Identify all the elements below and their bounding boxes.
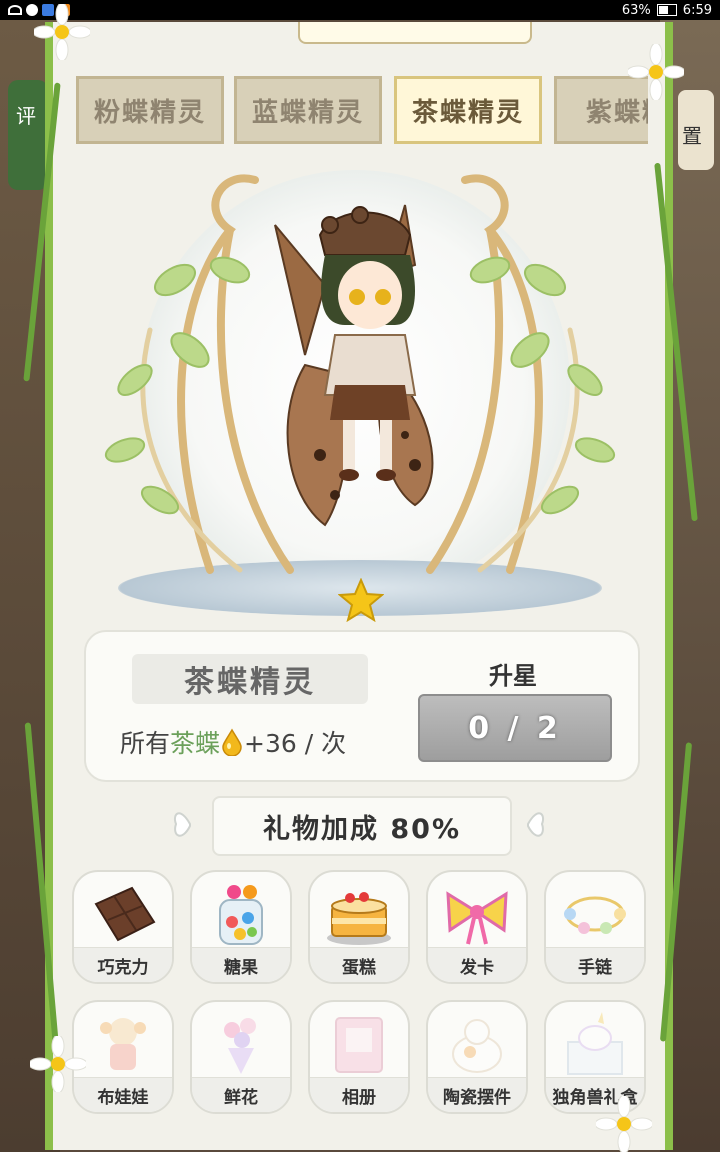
daisy-decoration-icon	[596, 1096, 652, 1152]
gift-bracelet[interactable]: 手链	[544, 870, 646, 984]
chocolate-icon	[94, 886, 156, 942]
bow-hairclip-icon	[446, 891, 508, 945]
status-bar: 63% 6:59	[0, 0, 720, 20]
gift-candy[interactable]: 糖果	[190, 870, 292, 984]
doll-icon	[100, 1018, 146, 1070]
bonus-prefix: 所有	[120, 729, 171, 758]
gift-label: 手链	[546, 947, 644, 982]
ceramic-cat-icon	[452, 1019, 502, 1073]
gift-label: 布娃娃	[74, 1077, 172, 1112]
butterfly-decoration-icon	[174, 812, 191, 837]
cake-icon	[327, 892, 391, 945]
battery-percent: 63%	[621, 2, 651, 18]
candy-jar-icon	[219, 885, 263, 945]
star-rating-icon	[338, 578, 384, 622]
tea-butterfly-fairy-character[interactable]	[265, 195, 465, 545]
bonus-amount: +36 / 次	[244, 729, 347, 758]
gift-label: 蛋糕	[310, 947, 408, 982]
gift-chocolate[interactable]: 巧克力	[72, 870, 174, 984]
background-right-button: 置	[678, 90, 714, 170]
gift-label: 相册	[310, 1077, 408, 1112]
daisy-decoration-icon	[34, 4, 90, 60]
background-right-label: 置	[682, 124, 702, 148]
gift-hairclip[interactable]: 发卡	[426, 870, 528, 984]
gift-label: 巧克力	[74, 947, 172, 982]
unicorn-box-icon	[567, 1012, 623, 1075]
gift-bonus-banner: 礼物加成 80%	[212, 796, 512, 856]
clock: 6:59	[682, 2, 712, 18]
sprite-bonus: 所有 茶蝶 +36 / 次	[120, 722, 420, 762]
butterfly-decoration-icon	[527, 812, 544, 837]
panel-header-plate	[298, 22, 532, 44]
gift-label: 发卡	[428, 947, 526, 982]
bonus-target: 茶蝶	[170, 729, 221, 758]
gift-cake[interactable]: 蛋糕	[308, 870, 410, 984]
gift-photo-album[interactable]: 相册	[308, 1000, 410, 1114]
upgrade-star-button[interactable]: 0 / 2	[418, 694, 612, 762]
gift-ceramic-ornament[interactable]: 陶瓷摆件	[426, 1000, 528, 1114]
gift-flowers[interactable]: 鲜花	[190, 1000, 292, 1114]
gift-doll[interactable]: 布娃娃	[72, 1000, 174, 1114]
daisy-decoration-icon	[628, 44, 684, 100]
sprite-name: 茶蝶精灵	[132, 654, 368, 704]
flower-bouquet-icon	[224, 1018, 256, 1074]
tab-blue-butterfly[interactable]: 蓝蝶精灵	[234, 76, 382, 144]
tab-tea-butterfly[interactable]: 茶蝶精灵	[394, 76, 542, 144]
bracelet-icon	[564, 896, 626, 934]
sprite-info-card: 茶蝶精灵 所有 茶蝶 +36 / 次 升星 0 / 2	[84, 630, 640, 782]
gift-label: 陶瓷摆件	[428, 1077, 526, 1112]
sprite-tabs: 粉蝶精灵 蓝蝶精灵 茶蝶精灵 紫蝶精	[70, 70, 648, 150]
wifi-icon	[8, 5, 22, 15]
gift-label: 糖果	[192, 947, 290, 982]
battery-icon	[656, 4, 677, 16]
honey-drop-icon	[222, 728, 242, 756]
background-left-label: 评	[16, 104, 36, 128]
gift-label: 鲜花	[192, 1077, 290, 1112]
upgrade-star-label: 升星	[489, 662, 537, 690]
tab-pink-butterfly[interactable]: 粉蝶精灵	[76, 76, 224, 144]
daisy-decoration-icon	[30, 1036, 86, 1092]
background-left-button: 评	[8, 80, 48, 190]
photo-album-icon	[335, 1017, 383, 1073]
